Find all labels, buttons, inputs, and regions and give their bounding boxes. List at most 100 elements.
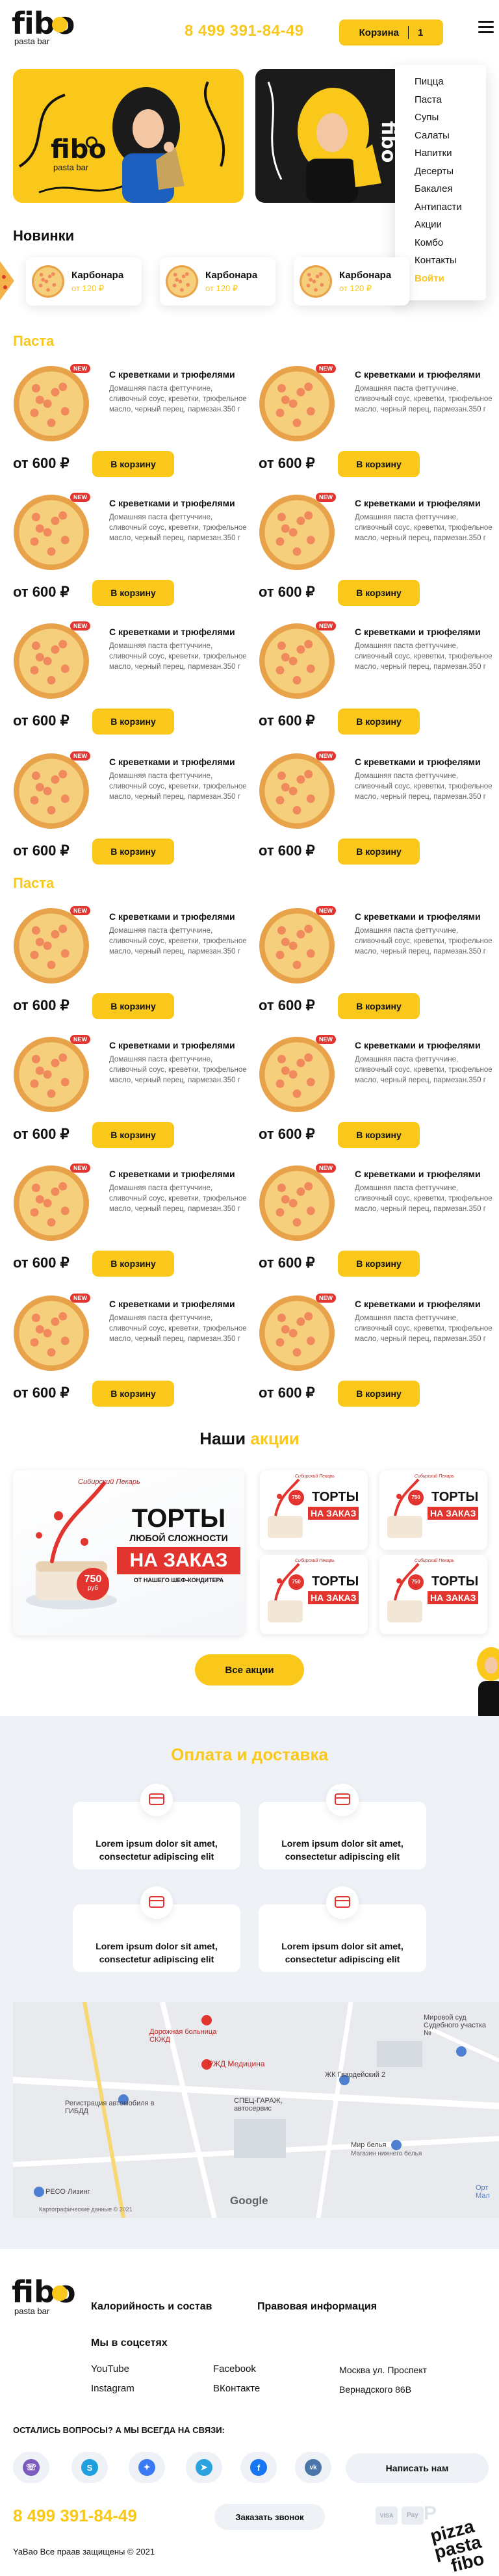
promo-price-badge: 750 руб — [77, 1568, 109, 1600]
facebook-button[interactable]: f — [240, 2452, 277, 2483]
product-card[interactable]: NEW С креветками и трюфелями Домашняя па… — [13, 621, 253, 741]
product-description: Домашняя паста феттуччине, сливочный соу… — [109, 1314, 247, 1343]
viber-button[interactable]: ☏ — [13, 2452, 49, 2483]
footer-calories-link[interactable]: Калорийность и состав — [91, 2301, 212, 2313]
promo-card[interactable]: Сибирский Пекарь ТОРТЫ НА ЗАКАЗ 750 — [260, 1555, 368, 1634]
menu-icon[interactable] — [478, 21, 494, 34]
write-us-button[interactable]: Написать нам — [346, 2453, 489, 2483]
hero-logo-dot-icon — [86, 137, 97, 148]
add-to-cart-button[interactable]: В корзину — [92, 451, 174, 477]
footer-youtube-link[interactable]: YouTube — [91, 2363, 129, 2374]
vk-button[interactable]: vk — [295, 2452, 331, 2483]
add-to-cart-button[interactable]: В корзину — [92, 709, 174, 735]
footer-legal-link[interactable]: Правовая информация — [257, 2301, 377, 2313]
add-to-cart-button[interactable]: В корзину — [338, 1122, 420, 1148]
menu-item-salads[interactable]: Салаты — [415, 127, 486, 145]
product-name: С креветками и трюфелями — [109, 498, 235, 508]
pizza-image — [13, 753, 90, 829]
add-to-cart-button[interactable]: В корзину — [338, 580, 420, 606]
add-to-cart-button[interactable]: В корзину — [92, 993, 174, 1019]
map-label: СПЕЦ-ГАРАЖ, автосервис — [234, 2097, 283, 2113]
map-label: РЖД Медицина — [208, 2059, 265, 2068]
product-card[interactable]: NEW С креветками и трюфелями Домашняя па… — [259, 906, 499, 1026]
cart-button[interactable]: Корзина 1 — [339, 20, 443, 46]
menu-item-contacts[interactable]: Контакты — [415, 252, 486, 270]
facebook-icon: f — [250, 2459, 267, 2476]
add-to-cart-button[interactable]: В корзину — [92, 1251, 174, 1277]
add-to-cart-button[interactable]: В корзину — [338, 451, 420, 477]
add-to-cart-button[interactable]: В корзину — [338, 839, 420, 865]
map[interactable]: Дорожная больница СКЖД Регистрация автом… — [13, 2002, 499, 2218]
product-card[interactable]: NEW С креветками и трюфелями Домашняя па… — [13, 1164, 253, 1283]
footer-logo[interactable]: fibo pasta bar — [12, 2277, 76, 2323]
footer-phone[interactable]: 8 499 391-84-49 — [13, 2506, 137, 2526]
product-card[interactable]: NEW С креветками и трюфелями Домашняя па… — [13, 1035, 253, 1154]
add-to-cart-button[interactable]: В корзину — [92, 1122, 174, 1148]
product-description: Домашняя паста феттуччине, сливочный соу… — [109, 1184, 247, 1213]
new-item-card[interactable]: Карбонара от 120 ₽ — [160, 257, 275, 306]
promo-brand: Сибирский Пекарь — [295, 1559, 335, 1563]
pizza-image — [13, 494, 90, 571]
menu-item-promos[interactable]: Акции — [415, 216, 486, 234]
menu-item-antipasti[interactable]: Антипасти — [415, 198, 486, 216]
header: fibo pasta bar 8 499 391-84-49 Корзина 1 — [0, 0, 499, 59]
hero-banner[interactable]: fibo pasta bar — [13, 69, 244, 203]
product-card[interactable]: NEW С креветками и трюфелями Домашняя па… — [13, 364, 253, 484]
promo-card-main[interactable]: Сибирский Пекарь 750 руб ТОРТЫ ЛЮБОЙ СЛО… — [13, 1470, 244, 1635]
product-card[interactable]: NEW С креветками и трюфелями Домашняя па… — [259, 1164, 499, 1283]
menu-item-soups[interactable]: Супы — [415, 109, 486, 127]
add-to-cart-button[interactable]: В корзину — [92, 839, 174, 865]
add-to-cart-button[interactable]: В корзину — [338, 993, 420, 1019]
all-promos-button[interactable]: Все акции — [195, 1654, 304, 1685]
product-card[interactable]: NEW С креветками и трюфелями Домашняя па… — [259, 1035, 499, 1154]
product-card[interactable]: NEW С креветками и трюфелями Домашняя па… — [259, 364, 499, 484]
messenger-button[interactable]: ✦ — [129, 2452, 165, 2483]
logo[interactable]: fibo pasta bar — [12, 8, 75, 55]
product-card[interactable]: NEW С креветками и трюфелями Домашняя па… — [259, 1294, 499, 1413]
add-to-cart-button[interactable]: В корзину — [92, 580, 174, 606]
menu-item-combo[interactable]: Комбо — [415, 234, 486, 252]
product-price: от 600 ₽ — [259, 455, 315, 471]
menu-item-pizza[interactable]: Пицца — [415, 73, 486, 91]
new-item-card[interactable]: Карбонара от 120 ₽ — [26, 257, 142, 306]
product-card[interactable]: NEW С креветками и трюфелями Домашняя па… — [13, 906, 253, 1026]
hero-logo-sub: pasta bar — [53, 163, 89, 172]
header-phone[interactable]: 8 499 391-84-49 — [185, 22, 304, 40]
product-card[interactable]: NEW С креветками и трюфелями Домашняя па… — [13, 493, 253, 612]
footer-instagram-link[interactable]: Instagram — [91, 2383, 134, 2394]
product-price: от 600 ₽ — [13, 997, 70, 1013]
skype-button[interactable]: S — [71, 2452, 108, 2483]
product-description: Домашняя паста феттуччине, сливочный соу… — [355, 385, 493, 413]
product-card[interactable]: NEW С креветками и трюфелями Домашняя па… — [259, 621, 499, 741]
map-terms[interactable]: Картографические данные © 2021 — [39, 2206, 133, 2213]
product-card[interactable]: NEW С креветками и трюфелями Домашняя па… — [13, 1294, 253, 1413]
footer-facebook-link[interactable]: Facebook — [213, 2363, 256, 2374]
skype-icon: S — [81, 2459, 98, 2476]
menu-item-grocery[interactable]: Бакалея — [415, 180, 486, 198]
add-to-cart-button[interactable]: В корзину — [338, 1381, 420, 1407]
product-card[interactable]: NEW С креветками и трюфелями Домашняя па… — [13, 751, 253, 871]
promo-card[interactable]: Сибирский Пекарь ТОРТЫ НА ЗАКАЗ 750 — [260, 1470, 368, 1550]
menu-item-drinks[interactable]: Напитки — [415, 144, 486, 163]
menu-item-login[interactable]: Войти — [415, 270, 486, 288]
telegram-button[interactable]: ➤ — [186, 2452, 222, 2483]
menu-item-desserts[interactable]: Десерты — [415, 163, 486, 181]
promo-card[interactable]: Сибирский Пекарь ТОРТЫ НА ЗАКАЗ 750 — [379, 1555, 487, 1634]
product-description: Домашняя паста феттуччине, сливочный соу… — [355, 927, 493, 956]
promo-card[interactable]: Сибирский Пекарь ТОРТЫ НА ЗАКАЗ 750 — [379, 1470, 487, 1550]
promo-price: 750 — [408, 1490, 424, 1505]
menu-item-pasta[interactable]: Паста — [415, 91, 486, 109]
new-item-price: от 120 ₽ — [205, 283, 238, 293]
new-item-card[interactable]: Карбонара от 120 ₽ — [294, 257, 409, 306]
hero-banner-2[interactable]: fibo — [255, 69, 416, 203]
pizza-image — [259, 1036, 335, 1113]
add-to-cart-button[interactable]: В корзину — [92, 1381, 174, 1407]
product-card[interactable]: NEW С креветками и трюфелями Домашняя па… — [259, 751, 499, 871]
footer-vk-link[interactable]: ВКонтакте — [213, 2383, 260, 2394]
add-to-cart-button[interactable]: В корзину — [338, 1251, 420, 1277]
add-to-cart-button[interactable]: В корзину — [338, 709, 420, 735]
scooter-icon — [326, 1886, 359, 1919]
product-name: С креветками и трюфелями — [109, 627, 235, 637]
callback-button[interactable]: Заказать звонок — [214, 2504, 325, 2530]
product-card[interactable]: NEW С креветками и трюфелями Домашняя па… — [259, 493, 499, 612]
